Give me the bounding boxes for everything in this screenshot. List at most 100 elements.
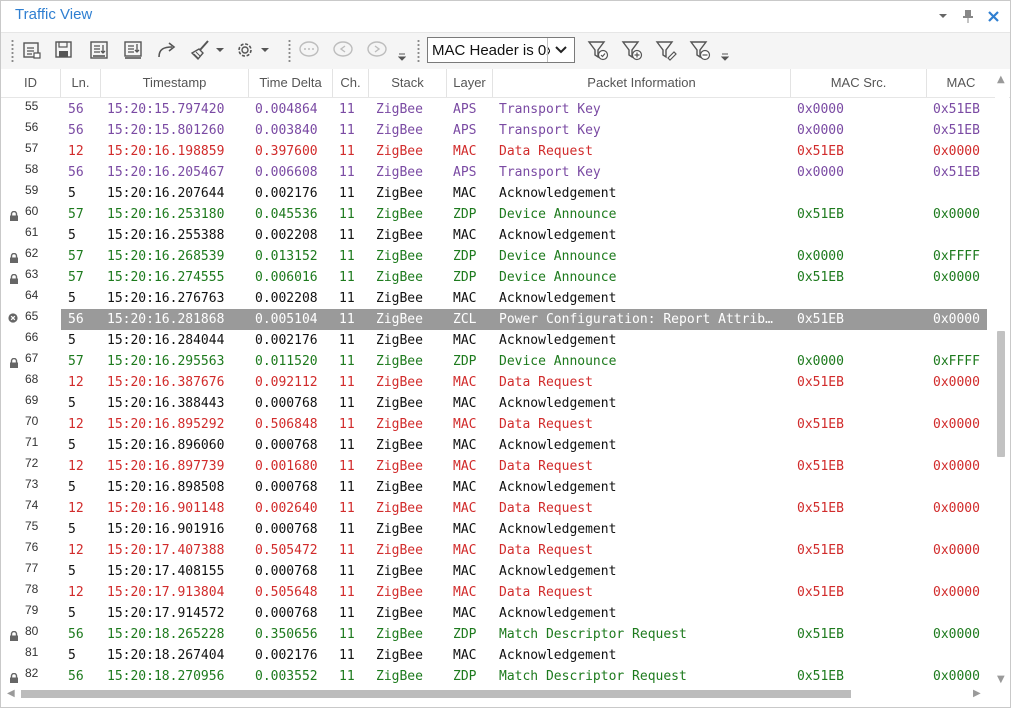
stack-cell: ZigBee	[376, 144, 423, 159]
timestamp-cell: 15:20:16.295563	[107, 354, 225, 369]
column-header-time-delta[interactable]: Time Delta	[249, 69, 333, 97]
panel-menu-icon[interactable]	[936, 6, 950, 26]
layer-cell: MAC	[453, 501, 477, 516]
time-delta-cell: 0.006016	[255, 270, 318, 285]
table-row[interactable]: 82 56 15:20:18.270956 0.003552 11 ZigBee ZDP Ma…	[1, 666, 994, 687]
packet-table: 55 56 15:20:15.797420 0.004864 11 ZigBee APS Tr…	[1, 99, 994, 687]
close-icon[interactable]	[985, 6, 1001, 26]
brush-dropdown-icon[interactable]	[214, 39, 226, 61]
column-header-timestamp[interactable]: Timestamp	[101, 69, 249, 97]
clear-brush-icon[interactable]	[190, 39, 212, 61]
stack-cell: ZigBee	[376, 669, 423, 684]
horizontal-scroll-thumb[interactable]	[21, 690, 851, 698]
download-log-icon[interactable]	[122, 39, 144, 61]
filter-edit-icon[interactable]	[655, 39, 677, 61]
save-icon[interactable]	[53, 39, 75, 61]
table-row[interactable]: 76 12 15:20:17.407388 0.505472 11 ZigBee MAC Da…	[1, 540, 994, 561]
toolbar-overflow-icon[interactable]	[398, 53, 406, 61]
table-row[interactable]: 56 56 15:20:15.801260 0.003840 11 ZigBee APS Tr…	[1, 120, 994, 141]
time-delta-cell: 0.000768	[255, 522, 318, 537]
table-row[interactable]: 63 57 15:20:16.274555 0.006016 11 ZigBee ZDP De…	[1, 267, 994, 288]
scroll-right-icon[interactable]: ▶	[973, 689, 981, 699]
table-row[interactable]: 81 5 15:20:18.267404 0.002176 11 ZigBee MAC Ack…	[1, 645, 994, 666]
table-row[interactable]: 78 12 15:20:17.913804 0.505648 11 ZigBee MAC Da…	[1, 582, 994, 603]
scroll-left-icon[interactable]: ◀	[7, 689, 15, 699]
table-row[interactable]: 75 5 15:20:16.901916 0.000768 11 ZigBee MAC Ack…	[1, 519, 994, 540]
table-row[interactable]: 68 12 15:20:16.387676 0.092112 11 ZigBee MAC Da…	[1, 372, 994, 393]
table-row[interactable]: 72 12 15:20:16.897739 0.001680 11 ZigBee MAC Da…	[1, 456, 994, 477]
previous-comment-icon[interactable]	[332, 39, 354, 61]
toolbar-grip[interactable]	[417, 39, 420, 63]
export-icon[interactable]	[88, 39, 110, 61]
comment-icon[interactable]	[298, 39, 320, 61]
column-header-mac-src[interactable]: MAC Src.	[791, 69, 927, 97]
column-header-id[interactable]: ID	[1, 69, 61, 97]
table-row[interactable]: 64 5 15:20:16.276763 0.002208 11 ZigBee MAC Ack…	[1, 288, 994, 309]
horizontal-scrollbar[interactable]: ◀ ▶	[1, 687, 1010, 701]
column-header-mac-dst[interactable]: MAC	[927, 69, 995, 97]
filter-combobox[interactable]	[427, 37, 575, 63]
time-delta-cell: 0.004864	[255, 102, 318, 117]
time-delta-cell: 0.002176	[255, 333, 318, 348]
scroll-up-icon[interactable]: ▲	[997, 75, 1005, 85]
table-row[interactable]: 62 57 15:20:16.268539 0.013152 11 ZigBee ZDP De…	[1, 246, 994, 267]
column-header-packet-info[interactable]: Packet Information	[493, 69, 791, 97]
table-row[interactable]: 66 5 15:20:16.284044 0.002176 11 ZigBee MAC Ack…	[1, 330, 994, 351]
stack-cell: ZigBee	[376, 312, 423, 327]
timestamp-cell: 15:20:18.265228	[107, 627, 225, 642]
line-number-cell: 5	[68, 522, 76, 537]
vertical-scrollbar[interactable]: ▲ ▼	[995, 73, 1009, 687]
open-file-icon[interactable]	[21, 39, 43, 61]
table-row[interactable]: 59 5 15:20:16.207644 0.002176 11 ZigBee MAC Ack…	[1, 183, 994, 204]
table-row-selected[interactable]: 65 56 15:20:16.281868 0.005104 11 ZigBee ZCL Po…	[1, 309, 994, 330]
table-row[interactable]: 61 5 15:20:16.255388 0.002208 11 ZigBee MAC Ack…	[1, 225, 994, 246]
table-row[interactable]: 71 5 15:20:16.896060 0.000768 11 ZigBee MAC Ack…	[1, 435, 994, 456]
table-row[interactable]: 69 5 15:20:16.388443 0.000768 11 ZigBee MAC Ack…	[1, 393, 994, 414]
filter-check-icon[interactable]	[587, 39, 609, 61]
table-row[interactable]: 70 12 15:20:16.895292 0.506848 11 ZigBee MAC Da…	[1, 414, 994, 435]
channel-cell: 11	[339, 249, 355, 264]
vertical-scroll-thumb[interactable]	[997, 331, 1005, 457]
table-row[interactable]: 55 56 15:20:15.797420 0.004864 11 ZigBee APS Tr…	[1, 99, 994, 120]
toolbar-overflow-icon[interactable]	[721, 53, 729, 61]
filter-remove-icon[interactable]	[689, 39, 711, 61]
channel-cell: 11	[339, 123, 355, 138]
line-number-cell: 56	[68, 102, 84, 117]
table-row[interactable]: 77 5 15:20:17.408155 0.000768 11 ZigBee MAC Ack…	[1, 561, 994, 582]
toolbar-grip[interactable]	[288, 39, 291, 63]
table-row[interactable]: 58 56 15:20:16.205467 0.006608 11 ZigBee APS Tr…	[1, 162, 994, 183]
scroll-down-icon[interactable]: ▼	[997, 675, 1005, 685]
table-row[interactable]: 57 12 15:20:16.198859 0.397600 11 ZigBee MAC Da…	[1, 141, 994, 162]
gear-dropdown-icon[interactable]	[259, 39, 271, 61]
filter-input[interactable]	[428, 41, 550, 59]
mac-src-cell	[797, 477, 917, 498]
table-row[interactable]: 74 12 15:20:16.901148 0.002640 11 ZigBee MAC Da…	[1, 498, 994, 519]
table-row[interactable]: 60 57 15:20:16.253180 0.045536 11 ZigBee ZDP De…	[1, 204, 994, 225]
line-number-cell: 12	[68, 459, 84, 474]
table-row[interactable]: 67 57 15:20:16.295563 0.011520 11 ZigBee ZDP De…	[1, 351, 994, 372]
next-comment-icon[interactable]	[366, 39, 388, 61]
stack-cell: ZigBee	[376, 585, 423, 600]
mac-dst-cell: 0x0000	[933, 501, 980, 516]
redo-arrow-icon[interactable]	[156, 39, 178, 61]
mac-dst-cell: 0x51EB	[933, 165, 980, 180]
table-row[interactable]: 80 56 15:20:18.265228 0.350656 11 ZigBee ZDP Ma…	[1, 624, 994, 645]
mac-dst-cell	[933, 330, 994, 351]
filter-add-icon[interactable]	[621, 39, 643, 61]
column-header-row: ID Ln. Timestamp Time Delta Ch. Stack La…	[1, 69, 1010, 98]
pin-icon[interactable]	[961, 6, 975, 26]
packet-info-cell: Acknowledgement	[499, 648, 617, 663]
gear-icon[interactable]	[234, 39, 256, 61]
column-header-layer[interactable]: Layer	[447, 69, 493, 97]
column-header-stack[interactable]: Stack	[369, 69, 447, 97]
channel-cell: 11	[339, 396, 355, 411]
chevron-down-icon[interactable]	[547, 38, 574, 62]
table-row[interactable]: 73 5 15:20:16.898508 0.000768 11 ZigBee MAC Ack…	[1, 477, 994, 498]
column-header-channel[interactable]: Ch.	[333, 69, 369, 97]
stack-cell: ZigBee	[376, 417, 423, 432]
table-row[interactable]: 79 5 15:20:17.914572 0.000768 11 ZigBee MAC Ack…	[1, 603, 994, 624]
line-number-cell: 57	[68, 207, 84, 222]
mac-src-cell: 0x51EB	[797, 312, 844, 327]
column-header-line[interactable]: Ln.	[61, 69, 101, 97]
toolbar-grip[interactable]	[11, 39, 14, 63]
